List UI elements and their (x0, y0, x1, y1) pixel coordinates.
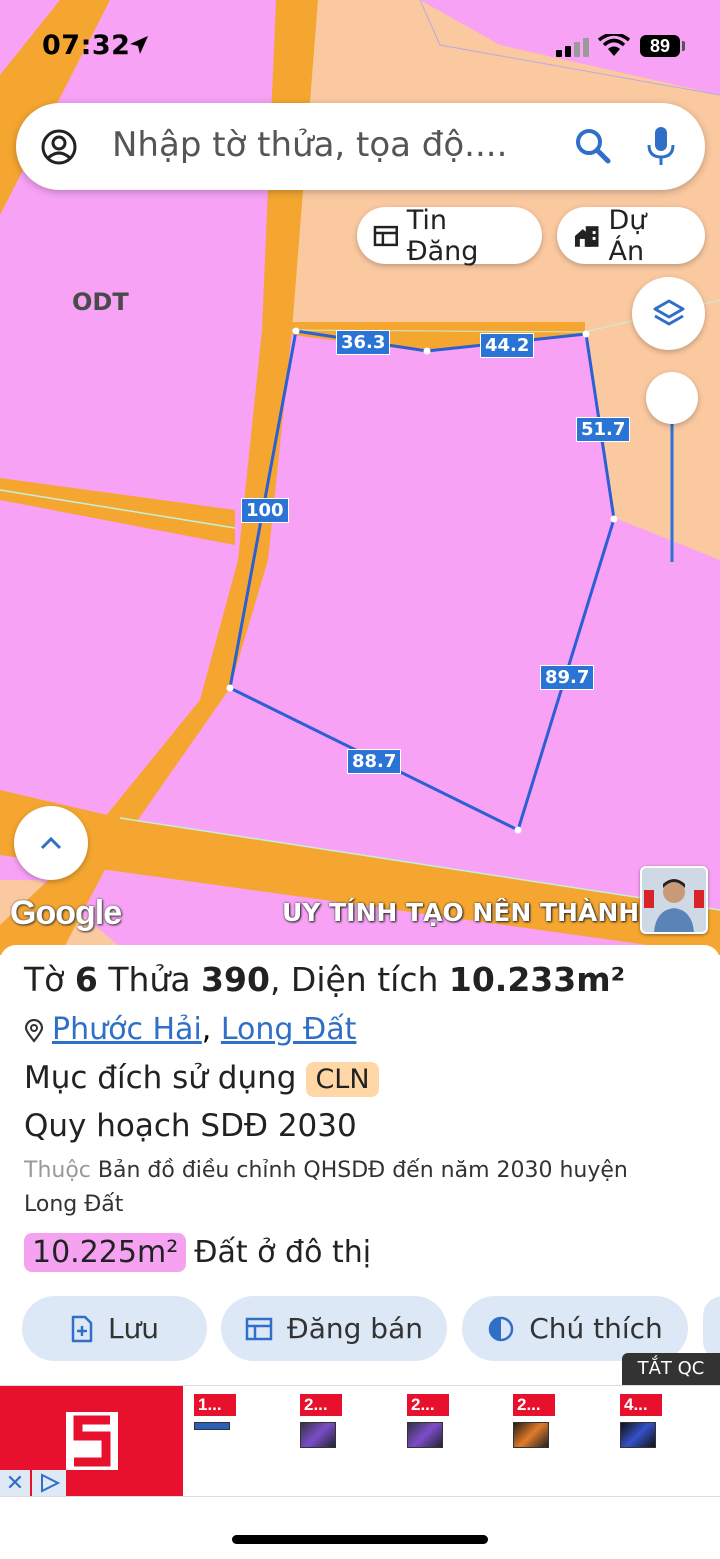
ad-banner[interactable]: ✕ 1... 2... 2... 2... 4... (0, 1385, 720, 1497)
map-layers-button[interactable] (632, 277, 705, 350)
close-ad-button[interactable]: TẮT QC (622, 1353, 720, 1385)
adchoices-icon[interactable] (32, 1470, 66, 1496)
ad-product-tile[interactable]: 4... (620, 1394, 680, 1448)
battery-level: 89 (640, 35, 680, 57)
location-arrow-icon (130, 36, 148, 54)
listings-chip[interactable]: Tin Đăng (357, 204, 542, 267)
planning-label: Quy hoạch SDĐ 2030 (24, 1108, 357, 1144)
search-icon[interactable] (574, 127, 612, 165)
account-icon[interactable] (40, 128, 78, 166)
parcel-address: Phước Hải, Long Đất (24, 1012, 356, 1047)
parcel-title: Tờ 6 Thửa 390, Diện tích 10.233m² (24, 960, 626, 999)
projects-label: Dự Án (608, 204, 647, 267)
zone-label: ODT (72, 288, 129, 316)
microphone-icon[interactable] (646, 125, 676, 167)
district-link[interactable]: Long Đất (221, 1012, 357, 1047)
status-bar: 07:32 89 (0, 0, 720, 90)
planned-area-row: 10.225m² Đất ở đô thị (24, 1233, 371, 1272)
planned-land-type: Đất ở đô thị (194, 1235, 372, 1270)
edge-length-label: 44.2 (480, 333, 535, 358)
avatar[interactable] (640, 866, 708, 934)
home-indicator[interactable] (232, 1535, 488, 1544)
projects-chip[interactable]: Dự Án (557, 204, 705, 267)
layers-icon (653, 299, 684, 325)
zoom-slider-handle[interactable] (646, 372, 698, 424)
save-button[interactable]: Lưu (22, 1296, 207, 1361)
planning-source-note: Thuộc Bản đồ điều chỉnh QHSDĐ đến năm 20… (24, 1158, 628, 1217)
search-input[interactable]: Nhập tờ thửa, tọa độ.... (112, 125, 507, 165)
chevron-up-icon (40, 836, 62, 850)
expand-panel-button[interactable] (14, 806, 88, 880)
close-icon[interactable]: ✕ (0, 1470, 30, 1496)
ward-link[interactable]: Phước Hải (52, 1012, 202, 1047)
ticker-text: UY TÍNH TẠO NÊN THÀNH CÔ (282, 898, 642, 927)
cellular-signal-icon (556, 38, 589, 57)
more-actions-button[interactable] (703, 1296, 720, 1361)
edge-length-label: 100 (241, 498, 289, 523)
edge-length-label: 36.3 (336, 330, 391, 355)
list-icon (373, 225, 398, 246)
wifi-icon (598, 34, 630, 56)
land-purpose-badge: CLN (306, 1062, 379, 1097)
table-icon (245, 1317, 273, 1340)
location-pin-icon (24, 1018, 44, 1043)
ad-product-tile[interactable]: 1... (194, 1394, 254, 1430)
legend-button[interactable]: Chú thích (462, 1296, 688, 1361)
contrast-icon (488, 1316, 514, 1341)
edge-length-label: 88.7 (347, 749, 402, 774)
clock: 07:32 (42, 30, 131, 61)
land-purpose-row: Mục đích sử dụng CLN (24, 1060, 379, 1097)
add-file-icon (71, 1315, 93, 1342)
edge-length-label: 89.7 (540, 665, 595, 690)
battery-icon (682, 41, 685, 51)
building-icon (574, 225, 599, 247)
listings-label: Tin Đăng (406, 204, 479, 267)
search-bar[interactable]: Nhập tờ thửa, tọa độ.... (16, 103, 705, 190)
google-logo: Google (10, 894, 122, 932)
ad-product-tile[interactable]: 2... (407, 1394, 467, 1448)
ad-product-tile[interactable]: 2... (513, 1394, 573, 1448)
post-sale-button[interactable]: Đăng bán (221, 1296, 447, 1361)
edge-length-label: 51.7 (576, 417, 631, 442)
planned-area-badge: 10.225m² (24, 1233, 187, 1272)
ad-product-tile[interactable]: 2... (300, 1394, 360, 1448)
